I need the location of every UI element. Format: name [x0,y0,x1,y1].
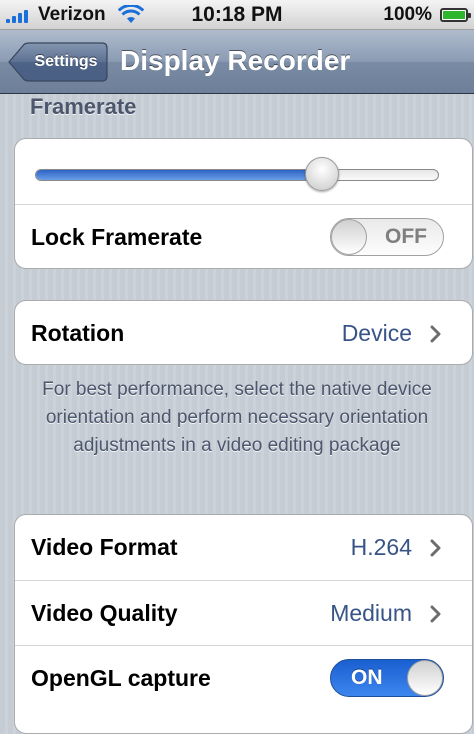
framerate-slider-track[interactable] [35,169,439,181]
rotation-value: Device [341,320,412,346]
rotation-group: Rotation Device [14,300,473,365]
lock-framerate-toggle[interactable]: OFF [330,218,444,256]
page-title: Display Recorder [120,45,351,76]
lock-framerate-row: Lock Framerate OFF [15,204,472,268]
video-format-row[interactable]: Video Format H.264 [15,515,472,580]
opengl-capture-label: OpenGL capture [31,665,211,691]
video-quality-row[interactable]: Video Quality Medium [15,580,472,645]
opengl-capture-row: OpenGL capture ON [15,645,472,710]
framerate-slider-thumb[interactable] [304,157,339,191]
video-quality-label: Video Quality [31,600,178,626]
video-format-value: H.264 [350,534,412,560]
rotation-help-text: For best performance, select the native … [42,379,432,456]
toggle-state-text: ON [351,666,383,689]
chevron-right-icon [430,605,441,623]
chevron-right-icon [430,539,441,557]
lock-framerate-label: Lock Framerate [31,224,203,250]
navigation-bar: Settings Display Recorder [0,30,474,94]
opengl-capture-toggle[interactable]: ON [330,659,444,697]
status-bar: Verizon 10:18 PM 100% [0,0,474,30]
back-button-label: Settings [34,53,98,70]
battery-charging-icon [440,8,471,22]
battery-percent: 100% [383,4,432,25]
video-format-label: Video Format [31,534,178,560]
chevron-right-icon [430,325,441,343]
rotation-label: Rotation [31,320,125,346]
video-group: Video Format H.264 Video Quality Medium … [14,514,473,734]
toggle-knob [407,660,443,696]
framerate-slider-row [15,139,472,204]
framerate-group: Lock Framerate OFF [14,138,473,269]
framerate-slider-fill [36,170,323,180]
video-quality-value: Medium [330,600,412,626]
settings-back-button[interactable]: Settings [8,42,108,82]
framerate-section-header: Framerate [30,94,137,119]
toggle-knob [331,219,367,255]
rotation-row[interactable]: Rotation Device [15,301,472,364]
toggle-state-text: OFF [385,225,427,248]
